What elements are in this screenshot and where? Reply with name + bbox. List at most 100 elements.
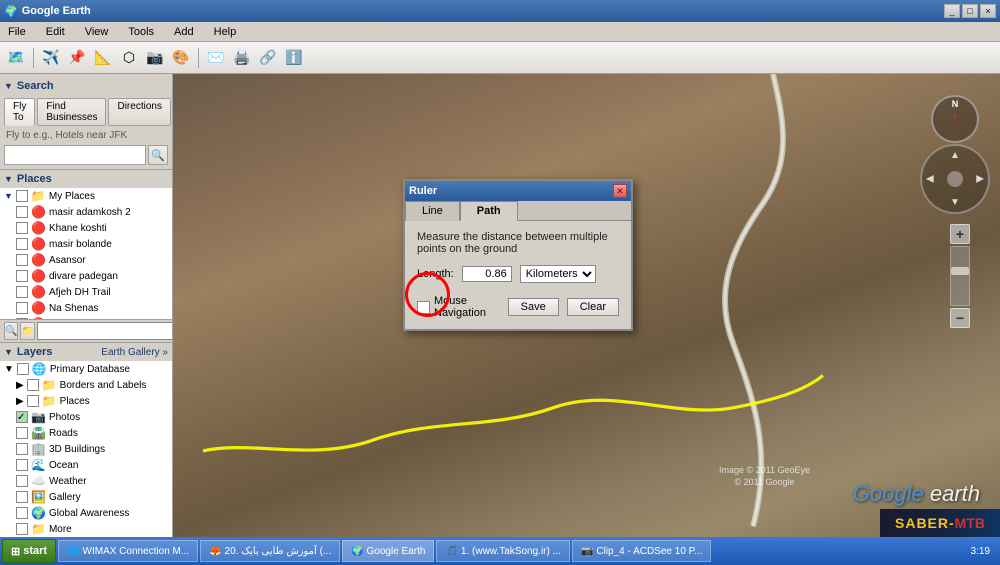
taskbar-item-music[interactable]: 🎵 1. (www.TakSong.ir) ...	[436, 540, 569, 562]
places-my-places[interactable]: ▼ 📁 My Places	[0, 188, 172, 204]
list-item[interactable]: 🛣️ Roads	[12, 425, 172, 441]
ruler-length-unit-select[interactable]: Kilometers Miles Meters Feet	[520, 265, 596, 283]
item-checkbox[interactable]	[16, 270, 28, 282]
item-checkbox[interactable]	[16, 286, 28, 298]
my-places-label: My Places	[49, 191, 95, 202]
list-item[interactable]: 🔴 masir adamkosh 2	[12, 204, 172, 220]
menu-help[interactable]: Help	[210, 24, 241, 40]
zoom-controls: + −	[950, 224, 970, 328]
nav-center	[947, 171, 963, 187]
places-tree: ▼ 📁 My Places 🔴 masir adamkosh 2 🔴 Khane…	[0, 188, 172, 319]
layer-label: Borders and Labels	[60, 380, 147, 391]
layer-checkbox-checked[interactable]: ✓	[16, 411, 28, 423]
toolbar-btn-11[interactable]: ℹ️	[282, 46, 306, 70]
minimize-button[interactable]: _	[944, 4, 960, 18]
toolbar-btn-1[interactable]: 🗺️	[4, 46, 28, 70]
layer-primary-database[interactable]: ▼ 🌐 Primary Database	[0, 361, 172, 377]
tab-fly-to[interactable]: Fly To	[4, 98, 35, 126]
navigation-ring[interactable]: ▲ ▼ ◀ ▶	[920, 144, 990, 214]
places-folder-btn[interactable]: 📁	[20, 322, 34, 340]
taskbar-item-google-earth[interactable]: 🌍 Google Earth	[342, 540, 434, 562]
ruler-close-button[interactable]: ✕	[613, 184, 627, 198]
list-item[interactable]: ▶ 📁 Borders and Labels	[12, 377, 172, 393]
map-area[interactable]: N ↑ ▲ ▼ ◀ ▶ + −	[173, 74, 1000, 537]
toolbar-btn-3[interactable]: 📌	[65, 46, 89, 70]
list-item[interactable]: 🔴 Afjeh DH Trail	[12, 284, 172, 300]
list-item[interactable]: ☁️ Weather	[12, 473, 172, 489]
toolbar-btn-6[interactable]: 📷	[143, 46, 167, 70]
list-item[interactable]: ▶ 📁 Places	[12, 393, 172, 409]
layer-checkbox[interactable]	[16, 427, 28, 439]
toolbar-btn-10[interactable]: 🔗	[256, 46, 280, 70]
zoom-in-button[interactable]: +	[950, 224, 970, 244]
taskbar-item-video[interactable]: 🦊 20. آموزش طایی بایک (...	[200, 540, 340, 562]
toolbar-btn-8[interactable]: ✉️	[204, 46, 228, 70]
list-item[interactable]: 🌊 Ocean	[12, 457, 172, 473]
ruler-length-value: 0.86	[462, 266, 512, 282]
list-item[interactable]: 🔴 Na Shenas	[12, 300, 172, 316]
places-zoom-btn[interactable]: 🔍	[4, 322, 18, 340]
mouse-navigation-checkbox[interactable]	[417, 301, 430, 314]
item-checkbox[interactable]	[16, 302, 28, 314]
nav-right-button[interactable]: ▶	[976, 174, 984, 185]
menu-add[interactable]: Add	[170, 24, 198, 40]
layer-checkbox[interactable]	[17, 363, 29, 375]
maximize-button[interactable]: □	[962, 4, 978, 18]
close-button[interactable]: ×	[980, 4, 996, 18]
start-button[interactable]: ⊞ start	[2, 539, 56, 563]
list-item[interactable]: 🔴 masir bolande	[12, 236, 172, 252]
toolbar-btn-5[interactable]: ⬡	[117, 46, 141, 70]
toolbar-btn-2[interactable]: ✈️	[39, 46, 63, 70]
layer-checkbox[interactable]	[16, 459, 28, 471]
list-item[interactable]: 🖼️ Gallery	[12, 489, 172, 505]
list-item[interactable]: 🔴 Asansor	[12, 252, 172, 268]
nav-up-button[interactable]: ▲	[950, 150, 960, 161]
list-item[interactable]: 📁 More	[12, 521, 172, 537]
ruler-tab-line[interactable]: Line	[405, 201, 460, 221]
item-checkbox[interactable]	[16, 238, 28, 250]
nav-down-button[interactable]: ▼	[950, 197, 960, 208]
zoom-slider[interactable]	[950, 246, 970, 306]
menu-tools[interactable]: Tools	[124, 24, 158, 40]
window-controls[interactable]: _ □ ×	[944, 4, 996, 18]
search-go-button[interactable]: 🔍	[148, 145, 168, 165]
list-item[interactable]: ✓ 📷 Photos	[12, 409, 172, 425]
layer-checkbox[interactable]	[16, 491, 28, 503]
taskbar-item-photo[interactable]: 📷 Clip_4 - ACDSee 10 P...	[572, 540, 711, 562]
layer-checkbox[interactable]	[16, 523, 28, 535]
layer-checkbox[interactable]	[16, 507, 28, 519]
item-checkbox[interactable]	[16, 222, 28, 234]
nav-left-button[interactable]: ◀	[926, 174, 934, 185]
layer-checkbox[interactable]	[27, 379, 39, 391]
tab-find-businesses[interactable]: Find Businesses	[37, 98, 106, 126]
tab-directions[interactable]: Directions	[108, 98, 170, 126]
list-item[interactable]: 🏢 3D Buildings	[12, 441, 172, 457]
ruler-save-button[interactable]: Save	[508, 298, 559, 316]
taskbar-icon-wimax: 🌐	[67, 546, 79, 557]
my-places-checkbox[interactable]	[16, 190, 28, 202]
toolbar-btn-7[interactable]: 🎨	[169, 46, 193, 70]
earth-gallery-button[interactable]: Earth Gallery »	[101, 347, 168, 358]
menu-view[interactable]: View	[81, 24, 113, 40]
list-item[interactable]: 🌍 Global Awareness	[12, 505, 172, 521]
ruler-clear-button[interactable]: Clear	[567, 298, 619, 316]
item-checkbox[interactable]	[16, 206, 28, 218]
layer-checkbox[interactable]	[27, 395, 39, 407]
zoom-out-button[interactable]: −	[950, 308, 970, 328]
fly-to-hint: Fly to e.g., Hotels near JFK	[4, 130, 168, 141]
toolbar-btn-9[interactable]: 🖨️	[230, 46, 254, 70]
saber-mtb-logo: SABER-MTB	[880, 509, 1000, 537]
menu-edit[interactable]: Edit	[42, 24, 69, 40]
taskbar-icon-earth: 🌍	[351, 546, 363, 557]
places-search-input[interactable]	[37, 322, 172, 340]
menu-file[interactable]: File	[4, 24, 30, 40]
item-checkbox[interactable]	[16, 254, 28, 266]
layer-checkbox[interactable]	[16, 475, 28, 487]
taskbar-item-wimax[interactable]: 🌐 WIMAX Connection M...	[58, 540, 198, 562]
toolbar-btn-4[interactable]: 📐	[91, 46, 115, 70]
ruler-tab-path[interactable]: Path	[460, 201, 518, 221]
list-item[interactable]: 🔴 divare padegan	[12, 268, 172, 284]
list-item[interactable]: 🔴 Khane koshti	[12, 220, 172, 236]
layer-checkbox[interactable]	[16, 443, 28, 455]
fly-to-input[interactable]	[4, 145, 146, 165]
